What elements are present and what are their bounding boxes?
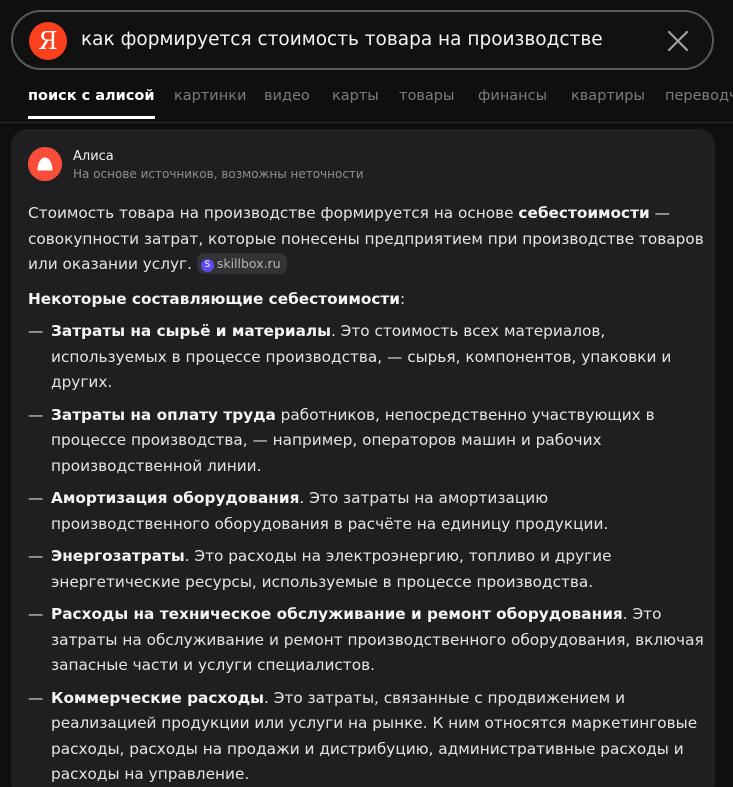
active-tab-indicator: [28, 116, 155, 119]
intro-text: Стоимость товара на производстве формиру…: [28, 204, 519, 222]
tab-images[interactable]: картинки: [174, 88, 246, 104]
tab-video[interactable]: видео: [264, 88, 310, 104]
search-tabs: поиск с алисой картинки видео карты това…: [28, 88, 733, 122]
tab-finance[interactable]: финансы: [478, 88, 547, 104]
list-dash: —: [28, 489, 44, 507]
answer-intro: Стоимость товара на производстве формиру…: [28, 201, 704, 278]
skillbox-icon: S: [200, 259, 214, 272]
answer-body: Стоимость товара на производстве формиру…: [28, 201, 704, 787]
close-icon[interactable]: [666, 29, 690, 53]
section-title-bold: Некоторые составляющие себестоимости: [28, 289, 400, 308]
source-chip[interactable]: Sskillbox.ru: [196, 253, 287, 274]
tab-products[interactable]: товары: [399, 88, 454, 104]
answer-author: Алиса: [73, 149, 114, 164]
list-item-title: Затраты на оплату труда: [51, 405, 276, 424]
source-label: skillbox.ru: [216, 256, 281, 271]
list-item: — Энергозатраты. Это расходы на электроэн…: [28, 544, 704, 595]
alice-answer-card: Алиса На основе источников, возможны нет…: [11, 129, 715, 787]
tab-maps[interactable]: карты: [332, 88, 379, 104]
tab-search-with-alice[interactable]: поиск с алисой: [28, 88, 155, 104]
list-item: — Затраты на оплату труда работников, неп…: [28, 403, 704, 480]
search-bar: Я как формируется стоимость товара на пр…: [11, 10, 714, 70]
list-dash: —: [28, 547, 44, 565]
answer-disclaimer: На основе источников, возможны неточност…: [73, 167, 364, 181]
intro-bold-term: себестоимости: [518, 204, 650, 222]
list-item-title: Расходы на техническое обслуживание и ре…: [51, 605, 623, 623]
list-dash: —: [28, 322, 44, 340]
list-item: — Амортизация оборудования. Это затраты н…: [28, 486, 704, 537]
tab-translate[interactable]: переводч: [665, 88, 733, 104]
tab-apartments[interactable]: квартиры: [571, 88, 645, 104]
list-item: — Расходы на техническое обслуживание и р…: [28, 602, 704, 679]
list-item: — Коммерческие расходы. Это затраты, связ…: [28, 686, 704, 787]
list-dash: —: [28, 405, 44, 424]
list-item-title: Коммерческие расходы: [51, 688, 264, 707]
section-title: Некоторые составляющие себестоимости:: [28, 287, 704, 313]
header-divider: [0, 122, 733, 123]
list-item-title: Энергозатраты: [51, 547, 185, 565]
cost-components-list: — Затраты на сырьё и материалы. Это стоим…: [28, 319, 704, 787]
list-item-title: Затраты на сырьё и материалы: [51, 322, 331, 340]
list-item: — Затраты на сырьё и материалы. Это стоим…: [28, 319, 704, 396]
list-dash: —: [28, 605, 44, 623]
alice-avatar: [28, 147, 62, 181]
section-title-suffix: :: [400, 289, 406, 308]
list-item-title: Амортизация оборудования: [51, 489, 300, 507]
search-input[interactable]: как формируется стоимость товара на прои…: [81, 29, 603, 50]
list-dash: —: [28, 688, 44, 707]
yandex-logo[interactable]: Я: [29, 22, 67, 60]
